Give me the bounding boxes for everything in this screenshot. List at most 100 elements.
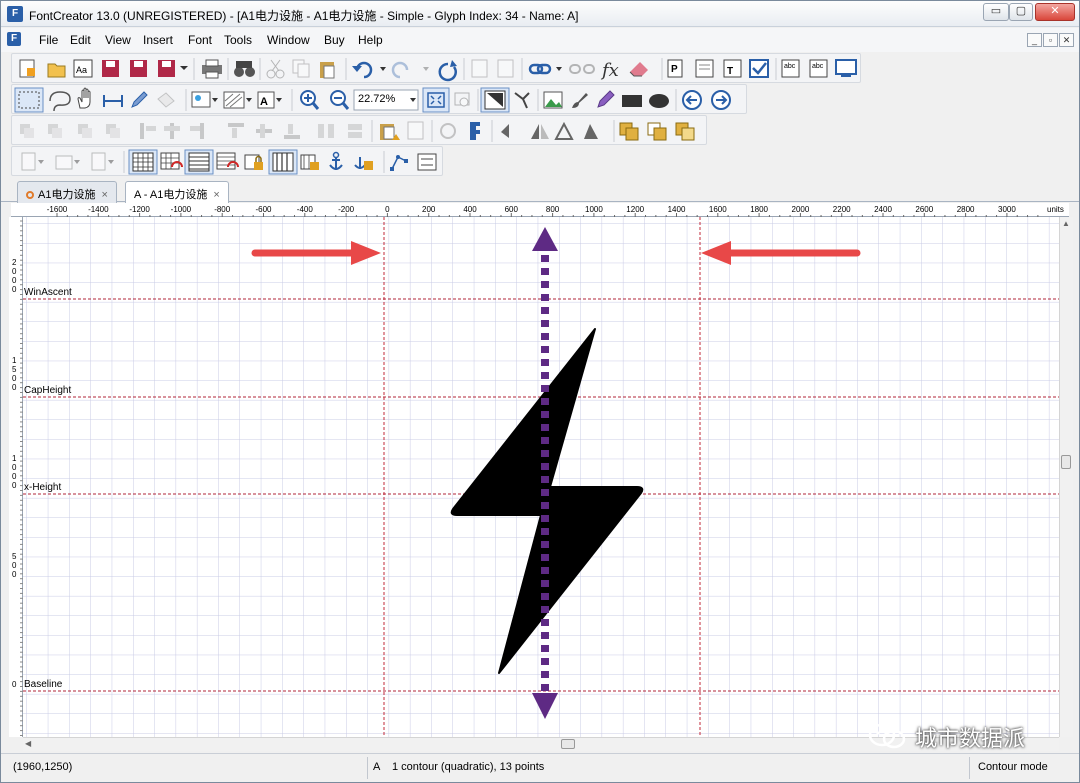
exclude-icon[interactable] — [675, 122, 695, 141]
menu-buy[interactable]: Buy — [324, 33, 345, 47]
lock-anchor-icon[interactable] — [354, 157, 373, 170]
lasso-icon[interactable] — [49, 91, 71, 112]
clipboard-icon[interactable] — [380, 124, 400, 140]
open-icon[interactable] — [47, 63, 66, 78]
menu-tools[interactable]: Tools — [224, 33, 252, 47]
zoom-out-icon[interactable] — [330, 90, 350, 110]
union-icon[interactable] — [619, 122, 639, 141]
find-icon[interactable] — [234, 61, 255, 77]
svg-text:abc: abc — [784, 63, 796, 70]
guidelines-icon[interactable] — [188, 152, 210, 172]
flip-left-icon[interactable] — [501, 124, 509, 138]
slant-icon[interactable] — [584, 124, 598, 139]
brush-icon[interactable] — [572, 93, 588, 108]
font-properties-icon[interactable]: Aa — [73, 59, 93, 78]
scroll-up-icon[interactable]: ▲ — [1061, 219, 1071, 229]
pointer-icon[interactable] — [484, 90, 506, 110]
minimize-button[interactable]: ▭ — [983, 3, 1009, 21]
rotate-icon[interactable] — [440, 123, 456, 139]
menu-view[interactable]: View — [105, 33, 131, 47]
menu-help[interactable]: Help — [358, 33, 383, 47]
mirror-icon[interactable] — [531, 124, 549, 139]
glyph-ref-icon[interactable] — [407, 121, 424, 140]
text-tool-icon[interactable]: T — [723, 59, 742, 78]
anchor-icon[interactable] — [329, 151, 343, 171]
scroll-left-icon[interactable]: ◀ — [25, 739, 35, 749]
metrics-icon[interactable] — [272, 152, 294, 172]
edit-list-icon[interactable] — [695, 59, 714, 78]
fontcreator-app-icon: F — [7, 6, 23, 22]
guideline-snap-icon[interactable] — [216, 152, 239, 170]
lock-guides-icon[interactable] — [244, 154, 263, 170]
tab-font-overview[interactable]: A1电力设施 × — [17, 181, 117, 203]
tab-close-icon[interactable]: × — [213, 189, 219, 201]
previous-glyph-icon[interactable] — [682, 90, 702, 110]
font-tab-icon — [26, 191, 34, 199]
pencil-icon[interactable] — [597, 90, 615, 108]
zoom-window-icon[interactable] — [454, 92, 470, 107]
copy-icon[interactable] — [292, 59, 310, 78]
redo-icon[interactable] — [391, 61, 429, 79]
save-as-icon[interactable] — [158, 60, 188, 77]
validate-icon[interactable] — [749, 59, 769, 78]
hints-icon[interactable] — [417, 153, 437, 171]
transform-icon[interactable] — [470, 122, 480, 140]
cut-icon[interactable] — [266, 59, 285, 79]
ellipse-icon[interactable] — [649, 94, 669, 108]
spell-web-icon[interactable]: abc — [809, 59, 828, 78]
intersect-icon[interactable] — [647, 122, 667, 141]
grid-snap-icon[interactable] — [160, 152, 183, 170]
menu-insert[interactable]: Insert — [143, 33, 173, 47]
tab-glyph-editor[interactable]: A - A1电力设施 × — [125, 181, 229, 203]
refresh-icon[interactable] — [438, 60, 457, 82]
eraser-icon[interactable] — [629, 62, 648, 77]
unlink-icon[interactable] — [569, 64, 595, 74]
menu-font[interactable]: Font — [188, 33, 212, 47]
preview-icon[interactable] — [835, 59, 857, 77]
hand-tool-icon[interactable] — [77, 87, 91, 109]
mdi-restore-button[interactable]: ▫ — [1043, 33, 1058, 47]
node-tool-icon[interactable] — [514, 92, 530, 109]
undo-icon[interactable] — [352, 61, 386, 79]
glyph-properties-icon[interactable]: P — [667, 59, 683, 78]
pen-icon[interactable] — [131, 91, 148, 108]
paste-icon[interactable] — [320, 62, 335, 79]
maximize-button[interactable]: ▢ — [1009, 3, 1033, 21]
menu-file[interactable]: File — [39, 33, 58, 47]
vertical-scroll-thumb[interactable] — [1061, 455, 1071, 469]
mdi-minimize-button[interactable]: _ — [1027, 33, 1042, 47]
save-icon[interactable] — [102, 60, 119, 77]
glyph-canvas[interactable]: WinAscent CapHeight x-Height Baseline — [23, 217, 1059, 737]
horizontal-scroll-thumb[interactable] — [561, 739, 575, 749]
hatch-icon[interactable] — [223, 91, 252, 109]
spell-check-icon[interactable]: abc — [781, 59, 800, 78]
skew-icon[interactable] — [554, 121, 574, 140]
lock-metrics-icon[interactable] — [300, 154, 319, 170]
font-style-icon[interactable]: A — [257, 91, 282, 109]
zoom-in-icon[interactable] — [300, 90, 320, 110]
image-icon[interactable] — [191, 91, 218, 108]
print-icon[interactable] — [202, 59, 222, 79]
ruler-tick-label: -800 — [214, 205, 231, 214]
function-icon[interactable]: fx — [600, 60, 619, 81]
grid-icon[interactable] — [132, 152, 154, 172]
link-icon[interactable] — [528, 63, 562, 75]
close-button[interactable]: ✕ — [1035, 3, 1075, 21]
zoom-level-field[interactable]: 22.72% — [358, 93, 395, 105]
vertical-scrollbar[interactable]: ▲ — [1059, 217, 1073, 737]
menu-edit[interactable]: Edit — [70, 33, 91, 47]
ruler-tick-label: 1400 — [668, 205, 686, 214]
next-glyph-icon[interactable] — [711, 90, 731, 110]
document-icon[interactable]: F — [7, 32, 21, 46]
composite-icon[interactable] — [471, 59, 514, 78]
fill-icon[interactable] — [157, 92, 175, 108]
insert-image-icon[interactable] — [543, 91, 563, 109]
new-font-icon[interactable] — [19, 59, 35, 78]
tab-close-icon[interactable]: × — [101, 189, 107, 201]
measure-icon[interactable] — [103, 95, 123, 107]
save-all-icon[interactable] — [130, 60, 147, 77]
rectangle-icon[interactable] — [622, 95, 642, 107]
mdi-close-button[interactable]: ✕ — [1059, 33, 1074, 47]
menu-window[interactable]: Window — [267, 33, 310, 47]
points-icon[interactable] — [390, 155, 408, 171]
